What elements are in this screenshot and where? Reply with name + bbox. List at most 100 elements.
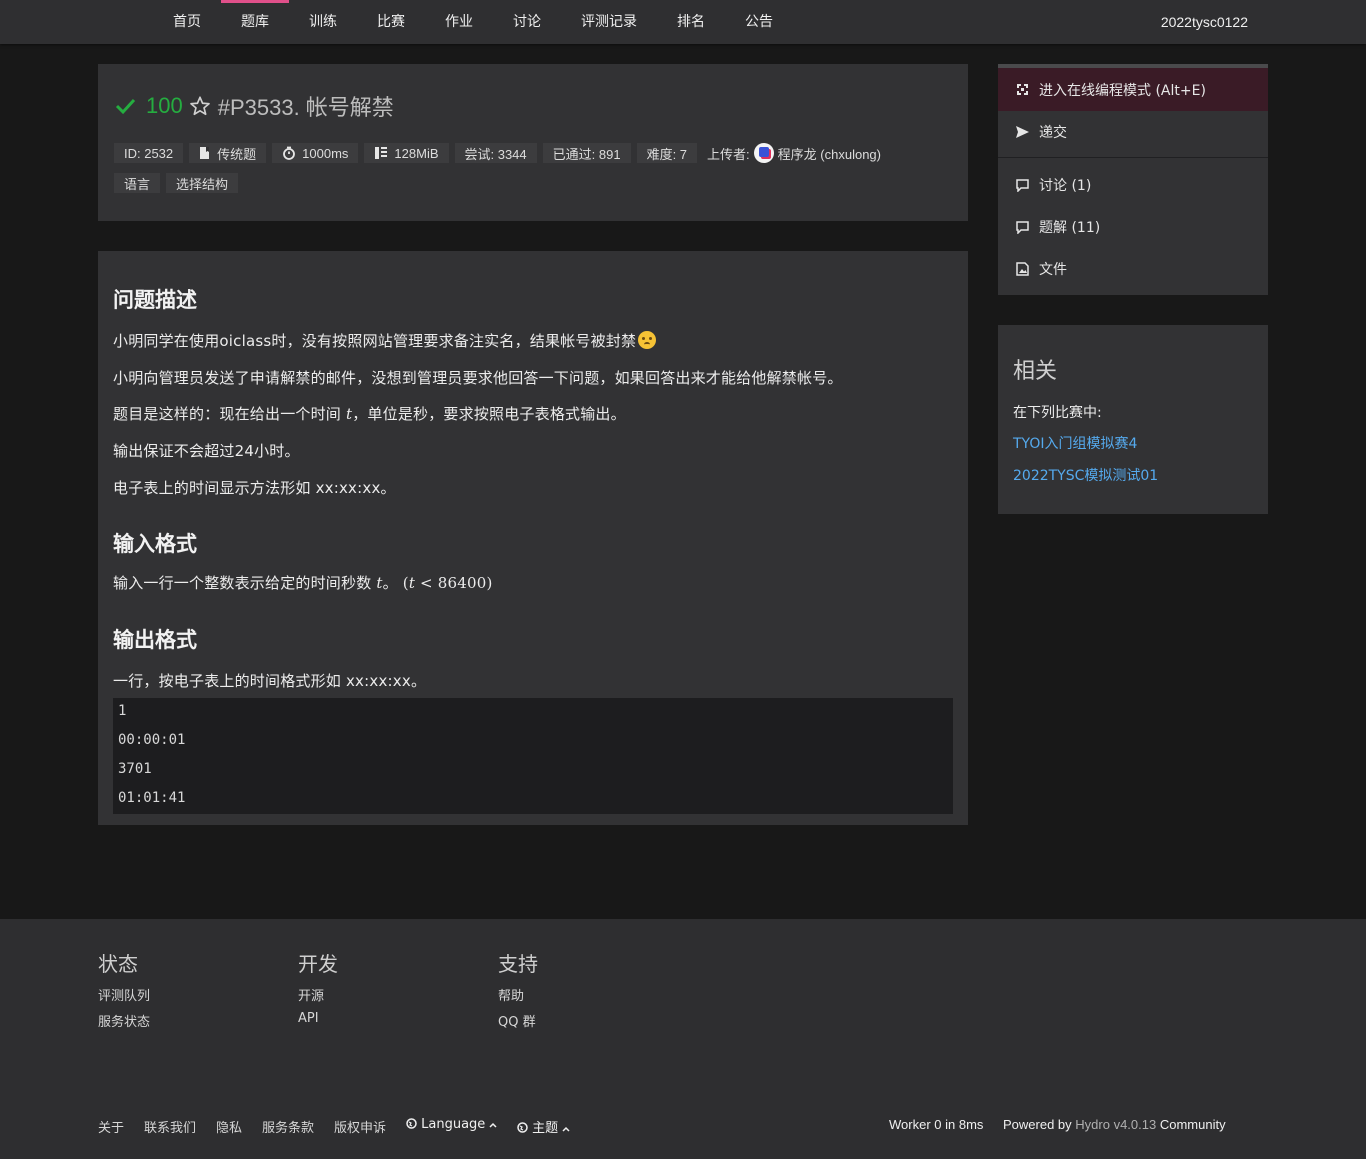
time-limit: 1000ms — [302, 145, 349, 161]
divider — [998, 157, 1268, 158]
footer-link-service-status[interactable]: 服务状态 — [98, 1011, 150, 1030]
online-ide-label: 进入在线编程模式 (Alt+E) — [1039, 82, 1206, 99]
nav-contest[interactable]: 比赛 — [367, 0, 415, 44]
powered-prefix: Powered by — [1003, 1117, 1072, 1132]
powered-suffix: Community — [1159, 1117, 1226, 1132]
nav-discuss[interactable]: 讨论 — [503, 0, 551, 44]
discussion-link[interactable]: 讨论 (1) — [998, 164, 1268, 206]
uploader-name[interactable]: 程序龙 (chxulong) — [778, 144, 881, 163]
language-label: Language — [421, 1117, 486, 1132]
contest-link[interactable]: 2022TYSC模拟测试01 — [1013, 465, 1158, 485]
chevron-up-icon — [489, 1122, 497, 1128]
online-ide-button[interactable]: 进入在线编程模式 (Alt+E) — [998, 64, 1268, 111]
problem-id-badge: ID: 2532 — [114, 143, 184, 163]
stopwatch-icon — [283, 146, 296, 160]
output-line-1: 一行，按电子表上的时间格式形如 xx:xx:xx。 — [113, 672, 427, 690]
footer-link-help[interactable]: 帮助 — [498, 985, 524, 1004]
uploader: 上传者: 程序龙 (chxulong) — [703, 143, 891, 163]
footer-link-contact[interactable]: 联系我们 — [144, 1117, 196, 1136]
related-title: 相关 — [1013, 359, 1058, 384]
input-heading: 输入格式 — [113, 532, 197, 556]
description-line-5: 电子表上的时间显示方法形如 xx:xx:xx。 — [113, 479, 396, 497]
footer-link-api[interactable]: API — [298, 1011, 319, 1026]
problem-content: 问题描述 小明同学在使用oiclass时，没有按照网站管理要求备注实名，结果帐号… — [98, 251, 968, 825]
tag-language[interactable]: 语言 — [114, 173, 161, 193]
related-contests: 相关 在下列比赛中: TYOI入门组模拟赛4 2022TYSC模拟测试01 — [998, 325, 1268, 514]
related-subtitle: 在下列比赛中: — [1013, 405, 1102, 421]
problem-type-badge: 传统题 — [189, 143, 267, 163]
nav-home[interactable]: 首页 — [163, 0, 211, 44]
memory-limit: 128MiB — [394, 145, 439, 161]
footer-link-copyright[interactable]: 版权申诉 — [334, 1117, 386, 1136]
footer-link-privacy[interactable]: 隐私 — [216, 1117, 242, 1136]
sample-line: 1 — [118, 703, 127, 719]
chevron-up-icon — [562, 1126, 570, 1132]
check-icon — [115, 98, 136, 115]
comment-icon — [1016, 178, 1029, 192]
files-label: 文件 — [1039, 262, 1067, 278]
footer-support-heading: 支持 — [498, 952, 538, 976]
globe-icon — [406, 1118, 417, 1129]
score: 100 — [146, 93, 183, 118]
theme-selector[interactable]: 主题 — [517, 1117, 570, 1136]
globe-icon — [517, 1122, 528, 1133]
book-icon — [200, 147, 210, 159]
footer-link-judge-queue[interactable]: 评测队列 — [98, 985, 150, 1004]
output-heading: 输出格式 — [113, 628, 197, 652]
image-file-icon — [1016, 262, 1029, 276]
nav-problems[interactable]: 题库 — [221, 0, 289, 44]
solutions-link[interactable]: 题解 (11) — [998, 206, 1268, 248]
footer-link-about[interactable]: 关于 — [98, 1117, 124, 1136]
description-heading: 问题描述 — [113, 288, 197, 312]
submit-label: 递交 — [1039, 125, 1067, 141]
description-line-1: 小明同学在使用oiclass时，没有按照网站管理要求备注实名，结果帐号被封禁 — [113, 330, 657, 351]
memory-icon — [375, 147, 388, 159]
send-icon — [1016, 126, 1029, 138]
powered-by: Powered by Hydro v4.0.13 Community — [1003, 1117, 1226, 1132]
description-line-3: 题目是这样的：现在给出一个时间 t，单位是秒，要求按照电子表格式输出。 — [113, 405, 626, 423]
footer-dev-heading: 开发 — [298, 952, 338, 976]
contest-link[interactable]: TYOI入门组模拟赛4 — [1013, 433, 1137, 453]
hydro-link[interactable]: Hydro v4.0.13 — [1075, 1117, 1156, 1132]
description-line-4: 输出保证不会超过24小时。 — [113, 442, 300, 460]
uploader-label: 上传者: — [707, 146, 750, 162]
memory-limit-badge: 128MiB — [364, 143, 449, 163]
language-selector[interactable]: Language — [406, 1117, 497, 1132]
problem-title: #P3533. 帐号解禁 — [217, 95, 394, 120]
confused-face-icon — [638, 331, 657, 349]
tried-count: 尝试: 3344 — [454, 143, 537, 163]
nav-training[interactable]: 训练 — [299, 0, 347, 44]
nav-announcement[interactable]: 公告 — [735, 0, 783, 44]
nav-homework[interactable]: 作业 — [435, 0, 483, 44]
submit-button[interactable]: 递交 — [998, 111, 1268, 153]
sample-line: 3701 — [118, 761, 152, 777]
user-menu[interactable]: 2022tysc0122 — [1161, 0, 1248, 44]
theme-label: 主题 — [532, 1121, 559, 1136]
sample-line: 00:00:01 — [118, 732, 186, 748]
problem-type: 传统题 — [217, 146, 257, 162]
tag-selection-structure[interactable]: 选择结构 — [166, 173, 239, 193]
nav-ranking[interactable]: 排名 — [667, 0, 715, 44]
footer-status-heading: 状态 — [98, 952, 138, 976]
problem-title-row: 100 #P3533. 帐号解禁 — [114, 91, 394, 121]
files-link[interactable]: 文件 — [998, 248, 1268, 290]
avatar[interactable] — [753, 143, 774, 163]
footer: 状态 评测队列 服务状态 开发 开源 API 支持 帮助 QQ 群 关于 联系我… — [0, 919, 1366, 1159]
star-icon[interactable] — [189, 95, 211, 117]
sample-code-block[interactable]: 1 00:00:01 3701 01:01:41 — [113, 698, 953, 814]
footer-link-qq-group[interactable]: QQ 群 — [498, 1011, 536, 1030]
discussion-label: 讨论 (1) — [1039, 178, 1092, 194]
problem-actions: 进入在线编程模式 (Alt+E) 递交 讨论 (1) 题解 (11) 文件 — [998, 64, 1268, 295]
time-limit-badge: 1000ms — [272, 143, 359, 163]
sample-line: 01:01:41 — [118, 790, 186, 806]
nav-records[interactable]: 评测记录 — [571, 0, 647, 44]
passed-count: 已通过: 891 — [542, 143, 631, 163]
comment-icon — [1016, 220, 1029, 234]
difficulty: 难度: 7 — [636, 143, 698, 163]
footer-link-terms[interactable]: 服务条款 — [262, 1117, 314, 1136]
solutions-label: 题解 (11) — [1039, 220, 1101, 236]
description-line-2: 小明向管理员发送了申请解禁的邮件，没想到管理员要求他回答一下问题，如果回答出来才… — [113, 369, 843, 387]
footer-link-open-source[interactable]: 开源 — [298, 985, 324, 1004]
expand-icon — [1017, 84, 1028, 95]
problem-header: 100 #P3533. 帐号解禁 ID: 2532 传统题 1000ms 128… — [98, 64, 968, 221]
